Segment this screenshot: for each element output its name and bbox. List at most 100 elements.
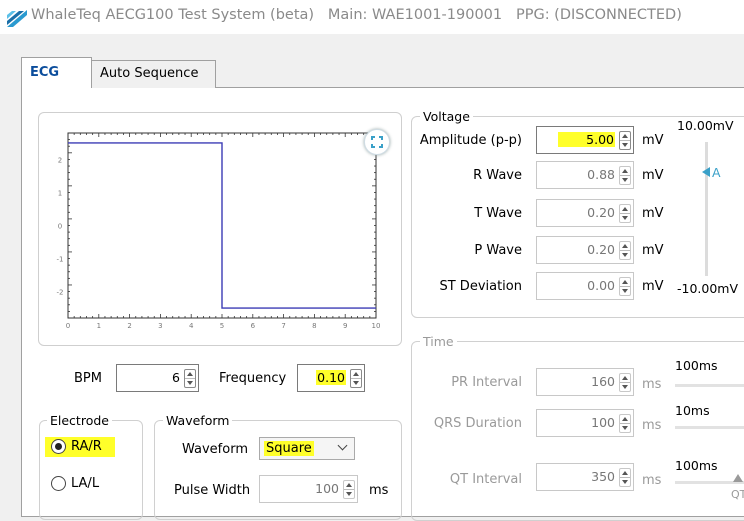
chart-y-tick-label: 1 <box>58 189 62 197</box>
voltage-scale-bottom: -10.00mV <box>677 281 739 296</box>
chart-x-tick-label: 0 <box>66 322 70 330</box>
electrode-la-option[interactable]: LA/L <box>49 474 119 494</box>
waveform-select[interactable]: Square <box>259 437 355 460</box>
p-wave-spin-arrows[interactable] <box>619 241 631 260</box>
qrs-slider-track[interactable] <box>675 426 744 429</box>
qt-marker-label: QT <box>731 488 744 501</box>
pr-interval-label: PR Interval <box>451 375 522 390</box>
electrode-ra-label: RA/R <box>71 439 102 454</box>
qt-interval-label: QT Interval <box>449 472 522 487</box>
voltage-slider-track[interactable] <box>705 142 708 276</box>
waveform-label: Waveform <box>182 442 248 457</box>
ppg-status: PPG: (DISCONNECTED) <box>515 7 682 23</box>
t-wave-label: T Wave <box>474 206 522 221</box>
chart-x-tick-label: 7 <box>281 322 285 330</box>
bpm-stepper[interactable]: 6 <box>116 364 199 392</box>
pr-interval-unit: ms <box>642 377 662 392</box>
chart-x-tick-label: 5 <box>220 322 224 330</box>
chart-y-tick-label: 2 <box>58 156 62 164</box>
chart-y-tick-label: -2 <box>57 289 64 297</box>
pulse-width-value: 100 <box>315 481 339 496</box>
amplitude-unit: mV <box>642 133 664 148</box>
st-deviation-label: ST Deviation <box>439 279 522 294</box>
waveform-group <box>154 420 402 520</box>
pr-scale-label: 100ms <box>675 358 718 373</box>
p-wave-unit: mV <box>642 243 664 258</box>
voltage-marker-label: A <box>712 165 721 180</box>
bpm-label: BPM <box>74 371 102 386</box>
r-wave-spin-arrows[interactable] <box>619 166 631 185</box>
app-title: WhaleTeq AECG100 Test System (beta) <box>31 7 315 23</box>
qrs-duration-unit: ms <box>642 418 662 433</box>
qt-interval-spin-arrows[interactable] <box>619 468 631 487</box>
chart-x-tick-label: 4 <box>189 322 194 330</box>
qt-slider-thumb-icon[interactable] <box>733 474 743 482</box>
electrode-group <box>39 420 143 520</box>
frequency-label: Frequency <box>219 371 287 386</box>
tab-ecg[interactable]: ECG <box>21 57 92 88</box>
qrs-duration-label: QRS Duration <box>433 416 522 431</box>
bpm-value: 6 <box>172 370 180 385</box>
chart-x-tick-label: 2 <box>127 322 131 330</box>
p-wave-value: 0.20 <box>587 242 615 257</box>
r-wave-stepper[interactable]: 0.88 <box>536 161 634 189</box>
chart-x-tick-label: 9 <box>343 322 347 330</box>
whaleteq-logo-icon <box>7 10 27 27</box>
frequency-spin-arrows[interactable] <box>350 369 362 388</box>
expand-icon <box>371 136 383 148</box>
qrs-duration-stepper[interactable]: 100 <box>536 409 634 437</box>
amplitude-label: Amplitude (p-p) <box>419 133 522 148</box>
r-wave-label: R Wave <box>473 168 522 183</box>
tab-auto-sequence[interactable]: Auto Sequence <box>92 60 216 88</box>
t-wave-unit: mV <box>642 206 664 221</box>
pulse-width-label: Pulse Width <box>174 483 251 498</box>
chart-x-tick-label: 8 <box>312 322 316 330</box>
pr-interval-stepper[interactable]: 160 <box>536 368 634 396</box>
voltage-marker-icon[interactable] <box>702 167 710 177</box>
st-deviation-spin-arrows[interactable] <box>619 277 631 296</box>
amplitude-stepper[interactable]: 5.00 <box>536 126 634 154</box>
window-title: WhaleTeq AECG100 Test System (beta) Main… <box>31 7 682 23</box>
chart-x-tick-label: 6 <box>251 322 256 330</box>
st-deviation-stepper[interactable]: 0.00 <box>536 272 634 300</box>
qt-scale-label: 100ms <box>675 458 718 473</box>
qrs-duration-value: 100 <box>591 415 615 430</box>
time-legend: Time <box>420 334 457 349</box>
chart-x-tick-label: 10 <box>372 322 381 330</box>
frequency-value: 0.10 <box>316 370 346 385</box>
pulse-width-spin-arrows[interactable] <box>343 480 355 499</box>
electrode-ra-option[interactable]: RA/R <box>45 437 119 457</box>
waveform-legend: Waveform <box>163 413 233 428</box>
chart-y-tick-label: 0 <box>58 223 62 231</box>
electrode-la-label: LA/L <box>71 476 100 491</box>
expand-chart-button[interactable] <box>364 129 390 155</box>
t-wave-spin-arrows[interactable] <box>619 204 631 223</box>
ecg-waveform-chart: 0 1 2 3 4 5 6 7 8 9 10210-1-2 <box>57 132 381 330</box>
r-wave-unit: mV <box>642 168 664 183</box>
chart-x-tick-label: 1 <box>97 322 101 330</box>
radio-la[interactable] <box>51 476 66 491</box>
p-wave-stepper[interactable]: 0.20 <box>536 236 634 264</box>
electrode-legend: Electrode <box>47 413 112 428</box>
bpm-spin-arrows[interactable] <box>184 369 196 388</box>
pr-interval-value: 160 <box>591 374 615 389</box>
st-deviation-unit: mV <box>642 279 664 294</box>
radio-ra[interactable] <box>51 439 66 454</box>
st-deviation-value: 0.00 <box>587 278 615 293</box>
qrs-duration-spin-arrows[interactable] <box>619 414 631 433</box>
t-wave-stepper[interactable]: 0.20 <box>536 199 634 227</box>
pulse-width-unit: ms <box>369 483 389 498</box>
pulse-width-stepper[interactable]: 100 <box>259 475 358 503</box>
pr-interval-spin-arrows[interactable] <box>619 373 631 392</box>
qt-interval-stepper[interactable]: 350 <box>536 463 634 491</box>
waveform-select-value: Square <box>264 441 314 456</box>
main-device-id: Main: WAE1001-190001 <box>327 7 503 23</box>
voltage-scale-top: 10.00mV <box>677 118 734 133</box>
amplitude-value: 5.00 <box>558 132 615 147</box>
pr-slider-track[interactable] <box>675 384 744 387</box>
chart-y-tick-label: -1 <box>57 256 64 264</box>
amplitude-spin-arrows[interactable] <box>619 131 631 150</box>
chart-x-tick-label: 3 <box>158 322 162 330</box>
voltage-legend: Voltage <box>420 109 473 124</box>
frequency-stepper[interactable]: 0.10 <box>297 364 365 392</box>
